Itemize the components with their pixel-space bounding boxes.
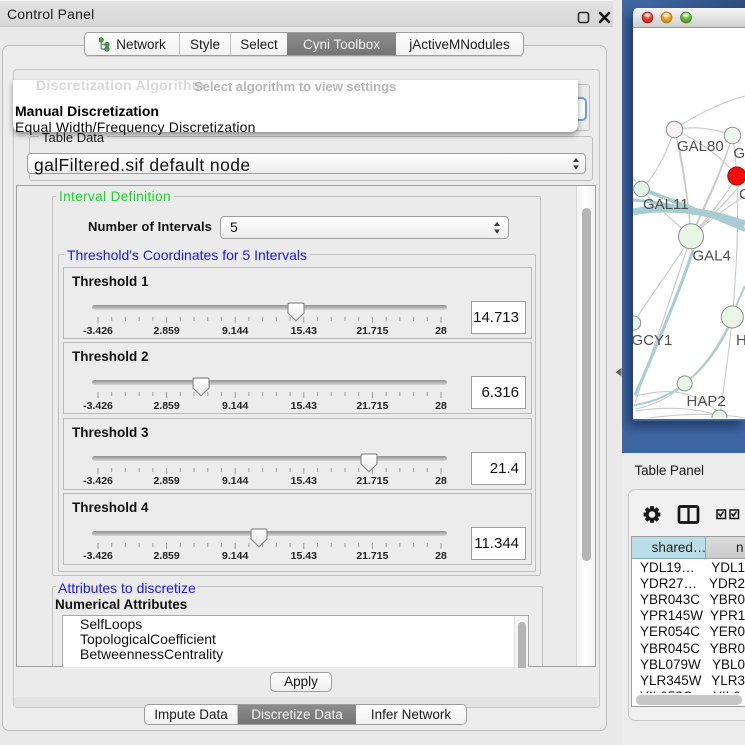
svg-text:HAP2: HAP2 [687, 393, 726, 410]
svg-text:GAL80: GAL80 [677, 138, 724, 155]
svg-text:GCY1: GCY1 [633, 332, 672, 349]
svg-text:H: H [736, 332, 745, 349]
svg-text:GAL4: GAL4 [693, 248, 731, 265]
svg-text:GAL11: GAL11 [643, 196, 689, 213]
svg-text:C: C [739, 186, 745, 203]
svg-text:GA: GA [734, 145, 745, 162]
